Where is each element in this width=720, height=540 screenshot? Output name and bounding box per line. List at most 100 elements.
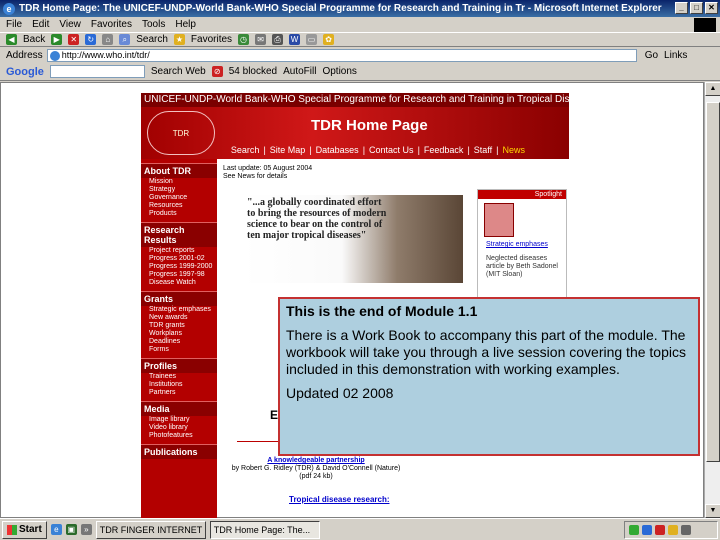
google-logo[interactable]: Google xyxy=(6,66,44,78)
go-button[interactable]: Go xyxy=(645,50,658,61)
taskbar-window-1[interactable]: TDR FINGER INTERNET C... xyxy=(95,520,206,539)
minimize-button[interactable]: _ xyxy=(675,2,688,14)
tray-shield-icon[interactable] xyxy=(642,525,652,535)
refresh-icon[interactable]: ↻ xyxy=(85,34,97,45)
mail-icon[interactable]: ✉ xyxy=(255,34,267,45)
start-button[interactable]: Start xyxy=(2,520,47,539)
forward-arrow-icon[interactable]: ▶ xyxy=(51,34,63,45)
search-button[interactable]: Search xyxy=(136,34,168,45)
nav-site-map[interactable]: Site Map xyxy=(270,143,306,157)
sidebar-item[interactable]: Disease Watch xyxy=(141,279,217,287)
back-arrow-icon[interactable]: ◀ xyxy=(6,34,17,45)
scroll-down-icon[interactable]: ▼ xyxy=(705,504,720,518)
messenger-icon[interactable]: ✿ xyxy=(323,34,335,45)
taskbar: Start e ▣ » TDR FINGER INTERNET C... TDR… xyxy=(0,518,720,540)
search-icon[interactable]: ⌕ xyxy=(119,34,131,45)
menu-tools[interactable]: Tools xyxy=(142,19,165,30)
quicklaunch-more-icon[interactable]: » xyxy=(80,524,92,535)
vertical-scrollbar[interactable]: ▲ ▼ xyxy=(704,82,720,518)
quicklaunch-desktop-icon[interactable]: ▣ xyxy=(65,524,77,535)
scroll-thumb[interactable] xyxy=(706,102,720,462)
tdr-title: TDR Home Page xyxy=(311,117,428,134)
favorites-button[interactable]: Favorites xyxy=(191,34,232,45)
sidebar-heading[interactable]: Publications xyxy=(141,444,217,459)
google-search-input[interactable] xyxy=(49,65,145,78)
tropical-research-link[interactable]: Tropical disease research: xyxy=(289,495,390,504)
menu-help[interactable]: Help xyxy=(175,19,196,30)
sidebar-item[interactable]: Institutions xyxy=(141,381,217,389)
sidebar-item[interactable]: New awards xyxy=(141,314,217,322)
sidebar-item[interactable]: Forms xyxy=(141,346,217,354)
nav-staff[interactable]: Staff xyxy=(474,143,492,157)
tray-monitor-icon[interactable] xyxy=(681,525,691,535)
menu-edit[interactable]: Edit xyxy=(32,19,49,30)
nav-feedback[interactable]: Feedback xyxy=(424,143,464,157)
history-icon[interactable]: ◷ xyxy=(238,34,250,45)
sidebar-item[interactable]: Video library xyxy=(141,424,217,432)
nav-news[interactable]: News xyxy=(502,143,525,157)
home-icon[interactable]: ⌂ xyxy=(102,34,114,45)
address-bar: Address http://www.who.int/tdr/ Go Links xyxy=(0,47,720,63)
windows-logo-icon xyxy=(694,18,716,32)
close-button[interactable]: ✕ xyxy=(705,2,718,14)
sidebar-item[interactable]: Project reports xyxy=(141,247,217,255)
tray-speaker-icon[interactable] xyxy=(668,525,678,535)
taskbar-window-2[interactable]: TDR Home Page: The... xyxy=(209,520,320,539)
sidebar-item[interactable]: Mission xyxy=(141,178,217,186)
options-button[interactable]: Options xyxy=(322,66,356,77)
partner-link[interactable]: A knowledgeable partnership xyxy=(231,457,401,465)
sidebar-item[interactable]: Progress 1997-98 xyxy=(141,271,217,279)
connector-line xyxy=(237,441,281,442)
edit-word-icon[interactable]: W xyxy=(289,34,301,45)
spotlight-text-neglected[interactable]: Neglected diseases article by Beth Sadon… xyxy=(478,255,566,279)
sidebar-heading[interactable]: Research Results xyxy=(141,222,217,247)
spotlight-link-strategic[interactable]: Strategic emphases xyxy=(478,241,566,249)
sidebar-item[interactable]: Governance xyxy=(141,194,217,202)
sidebar-item[interactable]: Photofeatures xyxy=(141,432,217,440)
nav-contact-us[interactable]: Contact Us xyxy=(369,143,414,157)
maximize-button[interactable]: □ xyxy=(690,2,703,14)
search-web-button[interactable]: Search Web xyxy=(151,66,206,77)
module-end-callout: This is the end of Module 1.1 There is a… xyxy=(278,297,700,456)
menu-favorites[interactable]: Favorites xyxy=(91,19,132,30)
menu-view[interactable]: View xyxy=(59,19,81,30)
stop-icon[interactable]: ✕ xyxy=(68,34,80,45)
discuss-icon[interactable]: ▭ xyxy=(306,34,318,45)
sidebar-item[interactable]: Deadlines xyxy=(141,338,217,346)
tray-alert-icon[interactable] xyxy=(655,525,665,535)
autofill-button[interactable]: AutoFill xyxy=(283,66,316,77)
sidebar-heading[interactable]: Grants xyxy=(141,291,217,306)
partner-pdf[interactable]: (pdf 24 kb) xyxy=(231,473,401,481)
sidebar-item[interactable]: TDR grants xyxy=(141,322,217,330)
print-icon[interactable]: ⎙ xyxy=(272,34,284,45)
sidebar-heading[interactable]: Profiles xyxy=(141,358,217,373)
sidebar-item[interactable]: Progress 2001-02 xyxy=(141,255,217,263)
see-news-link[interactable]: See News for details xyxy=(223,173,473,181)
nav-databases[interactable]: Databases xyxy=(316,143,359,157)
sidebar-item[interactable]: Products xyxy=(141,210,217,218)
sidebar-item[interactable]: Strategy xyxy=(141,186,217,194)
sidebar-item[interactable]: Resources xyxy=(141,202,217,210)
nav-search[interactable]: Search xyxy=(231,143,260,157)
back-button[interactable]: Back xyxy=(23,34,45,45)
spotlight-thumbnail[interactable] xyxy=(484,203,514,237)
sidebar-item[interactable]: Progress 1999-2000 xyxy=(141,263,217,271)
sidebar-item[interactable]: Trainees xyxy=(141,373,217,381)
favorites-star-icon[interactable]: ★ xyxy=(173,34,185,45)
tdr-nav: Search | Site Map | Databases | Contact Us |… xyxy=(230,143,525,157)
sidebar-item[interactable]: Partners xyxy=(141,389,217,397)
sidebar-item[interactable]: Image library xyxy=(141,416,217,424)
quicklaunch-ie-icon[interactable]: e xyxy=(50,524,62,535)
sidebar-heading[interactable]: About TDR xyxy=(141,163,217,178)
address-input[interactable]: http://www.who.int/tdr/ xyxy=(46,48,637,62)
sidebar-item[interactable]: Workplans xyxy=(141,330,217,338)
sidebar-item[interactable]: Strategic emphases xyxy=(141,306,217,314)
menu-file[interactable]: File xyxy=(6,19,22,30)
partner-article: A knowledgeable partnership by Robert G.… xyxy=(231,457,401,481)
links-button[interactable]: Links xyxy=(664,50,687,61)
scroll-up-icon[interactable]: ▲ xyxy=(705,82,720,96)
popups-blocked-count[interactable]: 54 blocked xyxy=(229,66,277,77)
popup-blocker-icon: ⊘ xyxy=(211,66,223,77)
tray-network-icon[interactable] xyxy=(629,525,639,535)
sidebar-heading[interactable]: Media xyxy=(141,401,217,416)
